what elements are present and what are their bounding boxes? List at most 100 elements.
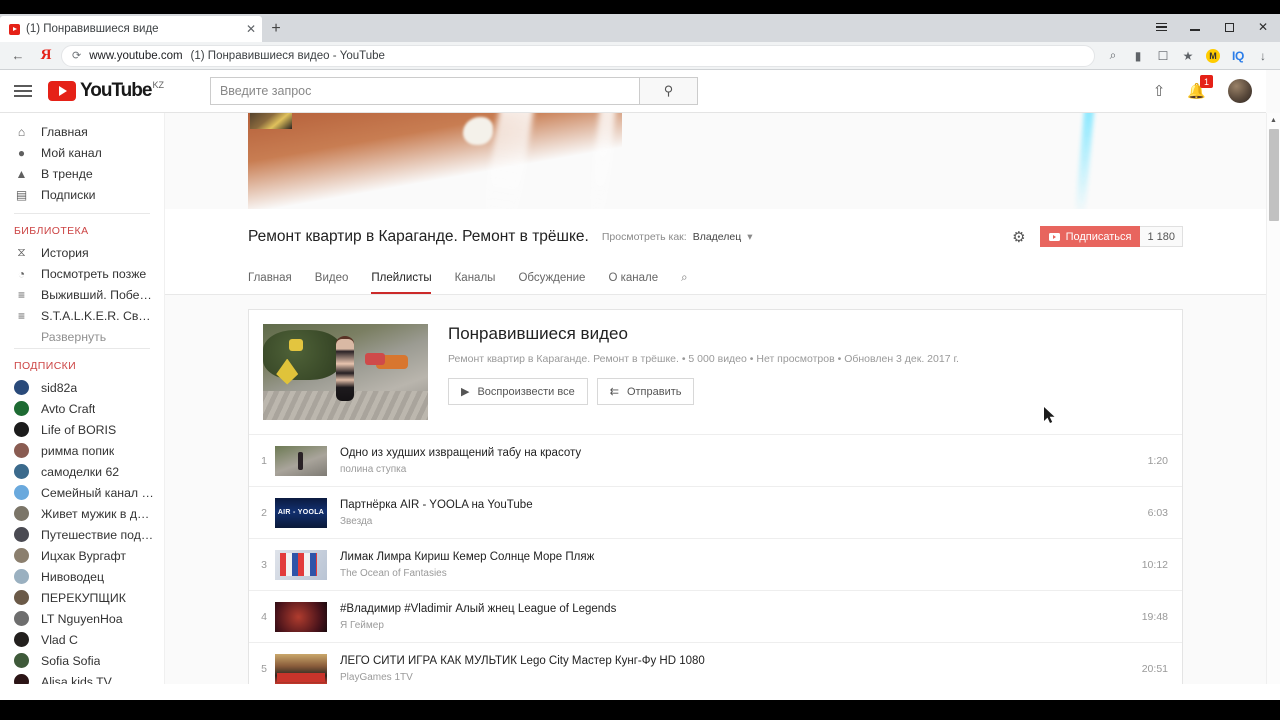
video-thumbnail[interactable] xyxy=(275,601,327,632)
subscription-label: Life of BORIS xyxy=(41,422,117,437)
channel-tab-О канале[interactable]: О канале xyxy=(608,263,669,294)
letterbox-top xyxy=(0,0,1280,14)
zoom-icon[interactable]: ⌕ xyxy=(1101,44,1125,68)
sidebar-subscription-item[interactable]: самоделки 62 xyxy=(0,461,164,482)
sidebar-subscription-item[interactable]: Life of BORIS xyxy=(0,419,164,440)
playlist-video-row[interactable]: 2 AIR - YOOLA Партнёрка AIR - YOOLA на You… xyxy=(249,487,1182,539)
sidebar-item-Мой канал[interactable]: ● Мой канал xyxy=(0,142,164,163)
comment-icon[interactable]: ▮ xyxy=(1126,44,1150,68)
download-icon[interactable]: ↓ xyxy=(1251,44,1275,68)
maximize-icon[interactable] xyxy=(1212,14,1246,40)
channel-tab-search-icon[interactable]: ⌕ xyxy=(681,263,698,294)
bookmark-star-icon[interactable]: ★ xyxy=(1176,44,1200,68)
subscribe-button[interactable]: Подписаться 1 180 xyxy=(1039,226,1183,247)
sidebar-library-item[interactable]: ◔ Посмотреть позже xyxy=(0,263,164,284)
gear-icon[interactable]: ⚙ xyxy=(1012,228,1025,246)
playlist-video-row[interactable]: 1 Одно из худших извращений табу на красо… xyxy=(249,435,1182,487)
video-thumbnail[interactable] xyxy=(275,653,327,684)
sidebar-subscription-item[interactable]: sid82a xyxy=(0,377,164,398)
playlist-cover-thumbnail[interactable] xyxy=(263,324,428,420)
video-title[interactable]: Одно из худших извращений табу на красот… xyxy=(340,447,1148,459)
channel-avatar xyxy=(14,548,29,563)
video-index: 2 xyxy=(261,506,267,519)
minimize-icon[interactable] xyxy=(1178,14,1212,40)
channel-tab-Главная[interactable]: Главная xyxy=(248,263,303,294)
video-channel[interactable]: PlayGames 1TV xyxy=(340,672,1142,683)
channel-tab-Видео[interactable]: Видео xyxy=(315,263,360,294)
playlist-video-row[interactable]: 3 Лимак Лимра Кириш Кемер Солнце Море Пля… xyxy=(249,539,1182,591)
page-scrollbar[interactable]: ▲ xyxy=(1266,113,1280,684)
sidebar-subscription-item[interactable]: LT NguyenHoa xyxy=(0,608,164,629)
view-as-label: Просмотреть как: xyxy=(601,230,687,243)
avatar[interactable] xyxy=(1228,79,1252,103)
sidebar-subscription-item[interactable]: Sofia Sofia xyxy=(0,650,164,671)
browser-window: (1) Понравившиеся виде ✕ + ✕ ← Я ⟳ www.y… xyxy=(0,14,1280,700)
guide-menu-icon[interactable] xyxy=(14,82,32,100)
play-all-button[interactable]: ▶ Воспроизвести все xyxy=(448,378,588,405)
mail-extension-icon[interactable]: M xyxy=(1201,44,1225,68)
back-icon[interactable]: ← xyxy=(5,44,31,68)
close-window-icon[interactable]: ✕ xyxy=(1246,14,1280,40)
browser-menu-icon[interactable] xyxy=(1144,14,1178,40)
page-viewport: YouTube KZ Введите запрос ⚲ ⇧ 🔔 1 ⌂ Главн… xyxy=(0,70,1280,684)
sidebar-item-Главная[interactable]: ⌂ Главная xyxy=(0,121,164,142)
channel-tab-Плейлисты[interactable]: Плейлисты xyxy=(371,263,442,294)
reload-icon[interactable]: ⟳ xyxy=(72,49,81,62)
upload-icon[interactable]: ⇧ xyxy=(1153,82,1166,100)
video-channel[interactable]: Я Геймер xyxy=(340,620,1142,631)
share-button[interactable]: ⇇ Отправить xyxy=(596,378,695,405)
address-bar[interactable]: ⟳ www.youtube.com (1) Понравившиеся виде… xyxy=(61,44,1095,67)
sidebar-subscription-item[interactable]: Avto Craft xyxy=(0,398,164,419)
sidebar-item-В тренде[interactable]: ▲ В тренде xyxy=(0,163,164,184)
sidebar-library-item[interactable]: ≡ S.T.A.L.K.E.R. Связь в... xyxy=(0,305,164,326)
video-thumbnail[interactable]: AIR - YOOLA xyxy=(275,497,327,528)
channel-avatar xyxy=(14,611,29,626)
new-tab-button[interactable]: + xyxy=(262,16,290,42)
scroll-up-arrow-icon[interactable]: ▲ xyxy=(1267,113,1280,127)
playlist-info: Понравившиеся видео Ремонт квартир в Кар… xyxy=(448,324,959,420)
search-button[interactable]: ⚲ xyxy=(639,77,698,105)
video-title[interactable]: Партнёрка AIR - YOOLA на YouTube xyxy=(340,499,1148,511)
video-channel[interactable]: The Ocean of Fantasies xyxy=(340,568,1142,579)
iq-extension-icon[interactable]: IQ xyxy=(1226,44,1250,68)
sidebar-item-Подписки[interactable]: ▤ Подписки xyxy=(0,184,164,205)
video-duration: 10:12 xyxy=(1141,558,1168,571)
sidebar-item-label: Главная xyxy=(41,124,88,139)
playlist-video-row[interactable]: 4 #Владимир #Vladimir Алый жнец League of… xyxy=(249,591,1182,643)
yandex-logo-icon[interactable]: Я xyxy=(33,44,59,68)
notifications-icon[interactable]: 🔔 1 xyxy=(1187,75,1213,100)
playlist-video-row[interactable]: 5 ЛЕГО СИТИ ИГРА КАК МУЛЬТИК Lego City Ма… xyxy=(249,643,1182,684)
video-thumbnail[interactable] xyxy=(275,445,327,476)
sidebar-subscription-item[interactable]: ПЕРЕКУПЩИК xyxy=(0,587,164,608)
subscribe-button-main[interactable]: Подписаться xyxy=(1039,226,1141,247)
channel-tab-Обсуждение[interactable]: Обсуждение xyxy=(518,263,596,294)
view-as-control[interactable]: Просмотреть как: Владелец ▾ xyxy=(602,231,753,243)
video-channel[interactable]: полина ступка xyxy=(340,464,1148,475)
sidebar-subscription-item[interactable]: Живет мужик в дере... xyxy=(0,503,164,524)
sidebar-library-item[interactable]: ⧖ История xyxy=(0,242,164,263)
sidebar-subscription-item[interactable]: Alisa kids TV xyxy=(0,671,164,684)
thumb-yellow-shape-2 xyxy=(289,339,304,352)
browser-tab-active[interactable]: (1) Понравившиеся виде ✕ xyxy=(0,16,262,42)
youtube-logo[interactable]: YouTube KZ xyxy=(48,80,164,101)
scrollbar-thumb[interactable] xyxy=(1269,129,1279,221)
video-channel[interactable]: Звезда xyxy=(340,516,1148,527)
video-title[interactable]: ЛЕГО СИТИ ИГРА КАК МУЛЬТИК Lego City Мас… xyxy=(340,655,1142,667)
sidebar-subscription-item[interactable]: Семейный канал Рум... xyxy=(0,482,164,503)
sidebar-subscription-item[interactable]: Vlad C xyxy=(0,629,164,650)
banner-subject xyxy=(463,117,494,145)
sidebar-subscription-item[interactable]: Нивоводец xyxy=(0,566,164,587)
sidebar-expand-button[interactable]: Развернуть xyxy=(0,326,164,348)
screenshot-icon[interactable]: ☐ xyxy=(1151,44,1175,68)
video-title[interactable]: Лимак Лимра Кириш Кемер Солнце Море Пляж xyxy=(340,551,1142,563)
subscription-label: самоделки 62 xyxy=(41,464,120,479)
sidebar-subscription-item[interactable]: Ицхак Вургафт xyxy=(0,545,164,566)
sidebar-subscription-item[interactable]: Путешествие под му... xyxy=(0,524,164,545)
sidebar-subscription-item[interactable]: римма попик xyxy=(0,440,164,461)
tab-close-icon[interactable]: ✕ xyxy=(246,23,256,35)
video-title[interactable]: #Владимир #Vladimir Алый жнец League of … xyxy=(340,603,1142,615)
channel-tab-Каналы[interactable]: Каналы xyxy=(455,263,507,294)
sidebar-library-item[interactable]: ≡ Выживший. Побег из... xyxy=(0,284,164,305)
search-input[interactable]: Введите запрос xyxy=(209,77,640,105)
video-thumbnail[interactable] xyxy=(275,549,327,580)
